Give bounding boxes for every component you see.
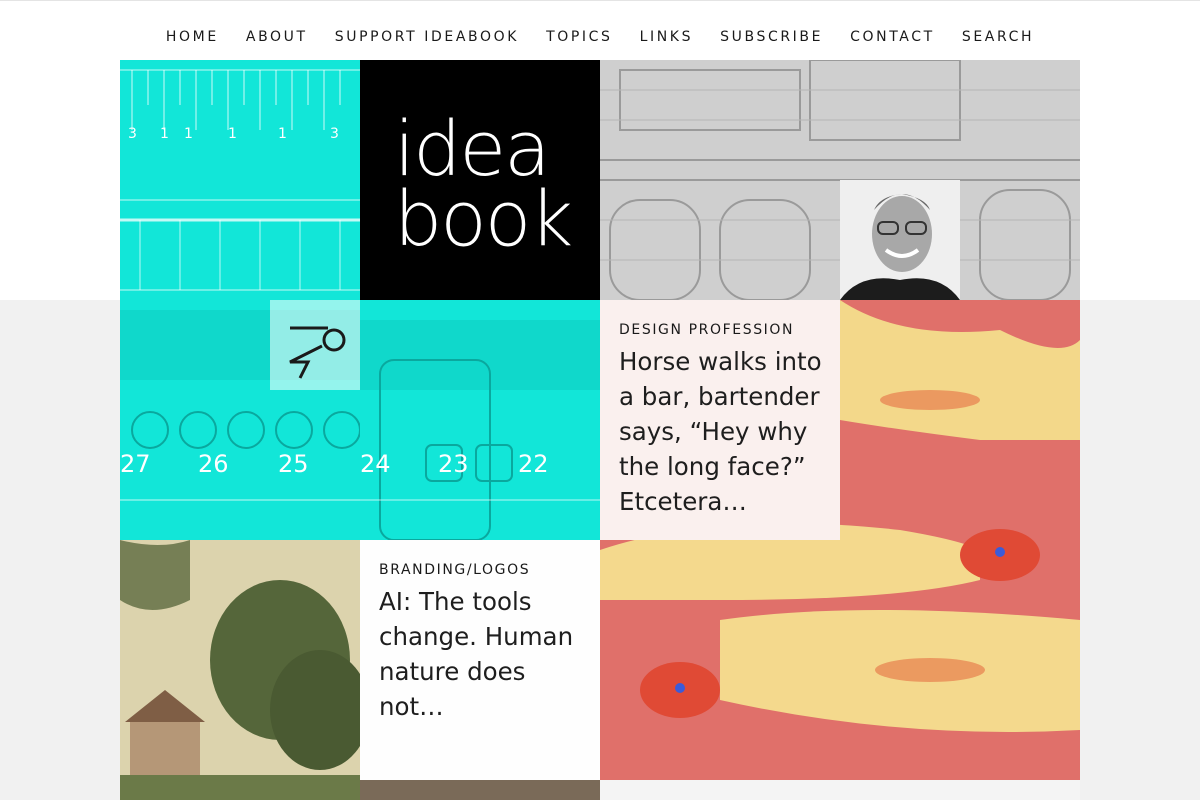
- svg-text:1: 1: [160, 126, 169, 142]
- nav-subscribe[interactable]: SUBSCRIBE: [720, 29, 823, 45]
- painting-image-tile[interactable]: [360, 780, 600, 800]
- nav-home[interactable]: HOME: [166, 29, 219, 45]
- nav-about[interactable]: ABOUT: [246, 29, 308, 45]
- svg-text:3: 3: [330, 126, 339, 142]
- nav-support-ideabook[interactable]: SUPPORT IDEABOOK: [335, 29, 519, 45]
- main-nav: HOME ABOUT SUPPORT IDEABOOK TOPICS LINKS…: [0, 26, 1200, 45]
- svg-text:1: 1: [184, 126, 193, 142]
- svg-text:3: 3: [128, 126, 137, 142]
- post-category[interactable]: BRANDING/LOGOS: [379, 562, 530, 578]
- svg-text:1: 1: [278, 126, 287, 142]
- nav-search[interactable]: SEARCH: [962, 29, 1034, 45]
- post-title[interactable]: AI: The tools change. Human nature does …: [379, 584, 589, 724]
- ruler-number: 24: [360, 450, 391, 478]
- post-category[interactable]: DESIGN PROFESSION: [619, 322, 794, 338]
- ruler-image-tile-2[interactable]: 24 23 22: [360, 300, 600, 540]
- safety-pin-icon-tile: [270, 300, 360, 390]
- post-card-design-profession[interactable]: DESIGN PROFESSION Horse walks into a bar…: [600, 300, 840, 540]
- nav-links[interactable]: LINKS: [640, 29, 693, 45]
- logo-word-book: book: [394, 174, 573, 263]
- ruler-illustration-2: 24 23 22: [360, 320, 600, 540]
- safety-pin-icon: [289, 326, 346, 379]
- ruler-number: 26: [198, 450, 229, 478]
- next-row-tile[interactable]: [600, 780, 1080, 800]
- ruler-number: 22: [518, 450, 549, 478]
- ruler-number: 25: [278, 450, 309, 478]
- nav-topics[interactable]: TOPICS: [546, 29, 612, 45]
- svg-text:1: 1: [228, 126, 237, 142]
- ruler-number: 23: [438, 450, 469, 478]
- landscape-painting-tile[interactable]: [120, 540, 360, 800]
- post-title[interactable]: Horse walks into a bar, bartender says, …: [619, 344, 829, 519]
- top-border: [0, 0, 1200, 1]
- ideabook-logo[interactable]: idea book: [360, 60, 600, 300]
- ruler-number: 27: [120, 450, 151, 478]
- nav-contact[interactable]: CONTACT: [850, 29, 935, 45]
- author-portrait[interactable]: [840, 180, 960, 300]
- post-card-branding-logos[interactable]: BRANDING/LOGOS AI: The tools change. Hum…: [360, 540, 600, 780]
- author-photo: [840, 180, 960, 300]
- landscape-painting: [120, 540, 360, 800]
